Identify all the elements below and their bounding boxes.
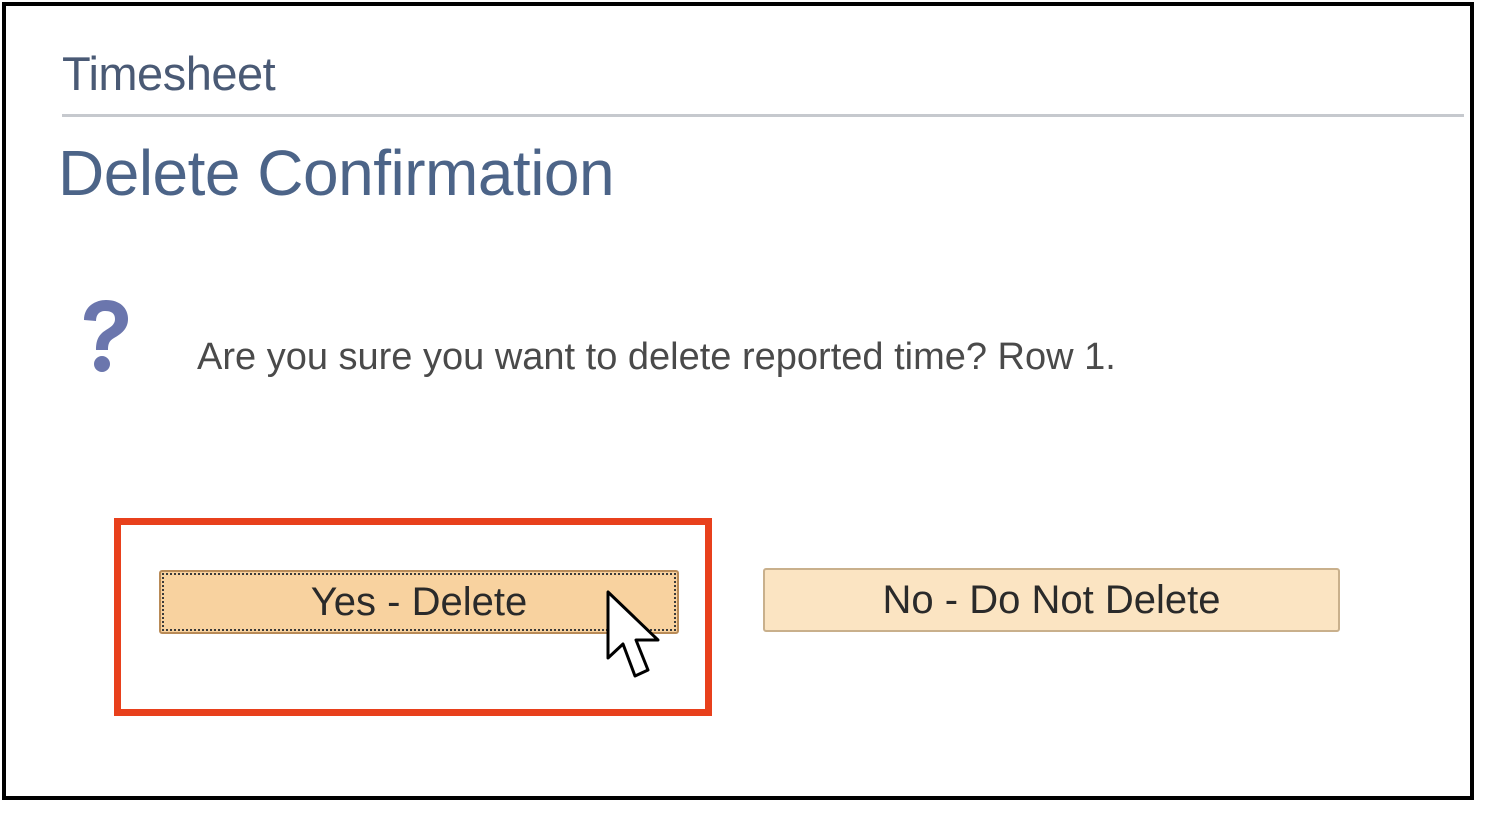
confirmation-message: Are you sure you want to delete reported… [197,336,1116,378]
no-do-not-delete-button[interactable]: No - Do Not Delete [763,568,1340,632]
yes-delete-label: Yes - Delete [310,579,528,624]
no-do-not-delete-label: No - Do Not Delete [882,577,1221,622]
yes-delete-button[interactable]: Yes - Delete [159,570,679,634]
mouse-pointer-icon [606,590,660,678]
page-title: Delete Confirmation [58,137,615,209]
breadcrumb-title: Timesheet [62,47,276,100]
question-mark-icon [84,300,128,372]
header-divider [62,114,1464,117]
